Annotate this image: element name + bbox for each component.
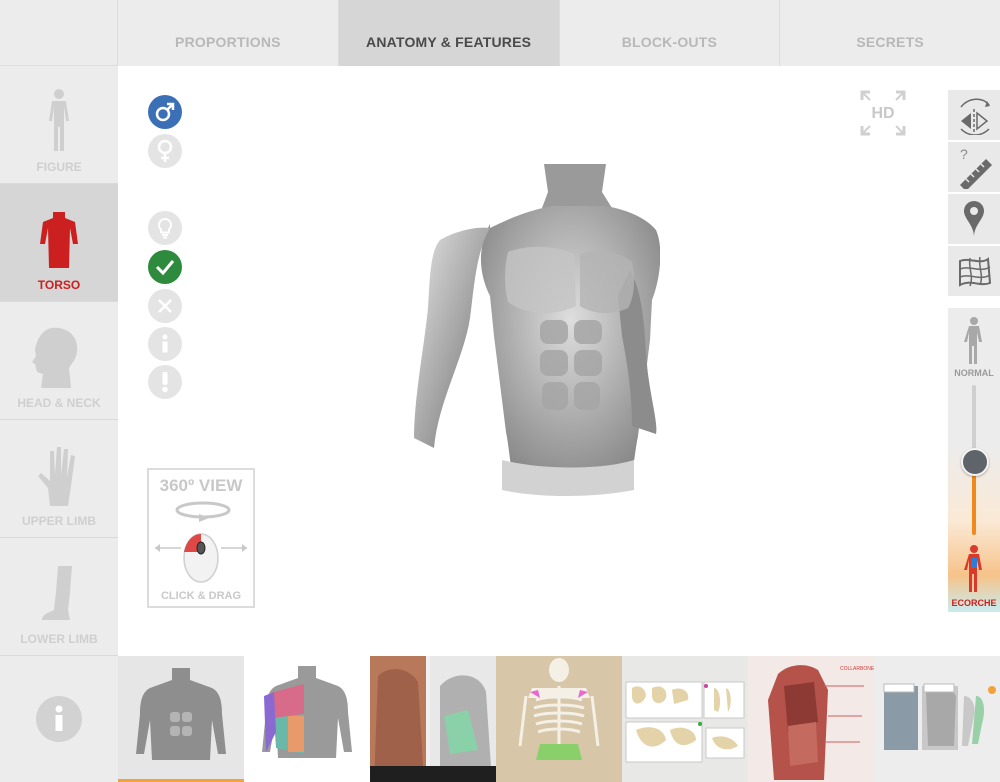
sidebar-item-label: HEAD & NECK bbox=[17, 396, 101, 410]
sidebar-item-label: LOWER LIMB bbox=[20, 632, 98, 646]
rotate-arrow-icon bbox=[175, 501, 231, 522]
body-region-sidebar: FIGURE TORSO HEAD & NECK UPPER LIMB LOWE… bbox=[0, 66, 118, 656]
sidebar-item-head-neck[interactable]: HEAD & NECK bbox=[0, 302, 118, 420]
thumbnail-back-reference[interactable] bbox=[874, 656, 1000, 782]
reference-thumbnail-strip: COLLARBONE bbox=[118, 656, 1000, 782]
torso-icon bbox=[40, 212, 78, 268]
exclamation-icon bbox=[162, 372, 168, 393]
tips-button[interactable] bbox=[148, 211, 182, 245]
svg-text:COLLARBONE: COLLARBONE bbox=[840, 666, 874, 672]
mirror-button[interactable] bbox=[948, 90, 1000, 140]
pin-button[interactable] bbox=[948, 194, 1000, 244]
thumbnail-skeleton[interactable] bbox=[496, 656, 622, 782]
correct-button[interactable] bbox=[148, 250, 182, 284]
sidebar-item-torso[interactable]: TORSO bbox=[0, 184, 118, 302]
svg-text:?: ? bbox=[960, 146, 968, 162]
sidebar-item-label: FIGURE bbox=[36, 160, 82, 174]
360-view-hint-text: CLICK & DRAG bbox=[160, 590, 242, 602]
map-pin-icon bbox=[964, 201, 984, 237]
female-icon bbox=[157, 139, 173, 162]
mouse-icon bbox=[155, 533, 247, 583]
hd-expand-icon: HD bbox=[860, 90, 906, 136]
slider-bottom-label: ECORCHE bbox=[951, 598, 997, 608]
male-icon bbox=[155, 102, 175, 122]
thumbnail-torso-photo-pose[interactable] bbox=[370, 656, 496, 782]
top-tabs: PROPORTIONS ANATOMY & FEATURES BLOCK-OUT… bbox=[118, 0, 1000, 66]
hd-button[interactable]: HD bbox=[860, 90, 906, 136]
ecorche-slider-panel: NORMAL ECORCHE bbox=[948, 308, 1000, 612]
warning-button[interactable] bbox=[148, 365, 182, 399]
sidebar-item-label: UPPER LIMB bbox=[21, 514, 96, 528]
male-button[interactable] bbox=[148, 95, 182, 129]
tab-secrets[interactable]: SECRETS bbox=[780, 0, 1000, 66]
wireframe-button[interactable] bbox=[948, 246, 1000, 296]
close-icon bbox=[158, 299, 172, 313]
top-left-corner bbox=[0, 0, 118, 66]
tab-block-outs[interactable]: BLOCK-OUTS bbox=[559, 0, 781, 66]
thumbnail-torso-muscle-map[interactable] bbox=[244, 656, 370, 782]
ecorche-figure-icon bbox=[964, 545, 982, 592]
hd-label: HD bbox=[871, 105, 894, 122]
360-view-hint: 360º VIEW CLICK & DRAG bbox=[147, 468, 255, 608]
mesh-grid-icon bbox=[959, 256, 992, 287]
sidebar-item-lower-limb[interactable]: LOWER LIMB bbox=[0, 538, 118, 656]
tab-anatomy-features[interactable]: ANATOMY & FEATURES bbox=[338, 0, 560, 66]
info-button[interactable] bbox=[148, 327, 182, 361]
360-view-title: 360º VIEW bbox=[159, 476, 243, 495]
measure-button[interactable]: ? bbox=[948, 142, 1000, 192]
sidebar-item-upper-limb[interactable]: UPPER LIMB bbox=[0, 420, 118, 538]
tab-proportions[interactable]: PROPORTIONS bbox=[118, 0, 339, 66]
slider-top-label: NORMAL bbox=[954, 368, 994, 378]
thumbnail-torso-sculpt[interactable] bbox=[118, 656, 244, 782]
wrong-button[interactable] bbox=[148, 289, 182, 323]
mirror-flip-icon bbox=[960, 98, 990, 135]
check-icon bbox=[155, 260, 175, 276]
figure-icon bbox=[49, 89, 69, 151]
app: PROPORTIONS ANATOMY & FEATURES BLOCK-OUT… bbox=[0, 0, 1000, 782]
hand-icon bbox=[38, 447, 75, 506]
thumbnail-back-muscles[interactable]: COLLARBONE bbox=[748, 656, 874, 782]
female-button[interactable] bbox=[148, 134, 182, 168]
torso-3d-model[interactable] bbox=[380, 160, 661, 500]
ruler-icon: ? bbox=[960, 146, 992, 189]
normal-figure-icon bbox=[964, 317, 982, 364]
info-small-icon bbox=[162, 334, 168, 353]
info-icon[interactable] bbox=[36, 696, 82, 742]
leg-icon bbox=[42, 566, 72, 620]
lightbulb-icon bbox=[157, 217, 173, 239]
slider-knob[interactable] bbox=[961, 448, 989, 476]
thumbnail-pelvis-bones[interactable] bbox=[622, 656, 748, 782]
sidebar-item-figure[interactable]: FIGURE bbox=[0, 66, 118, 184]
info-cell bbox=[0, 656, 118, 782]
sidebar-item-label: TORSO bbox=[37, 278, 81, 292]
head-icon bbox=[32, 327, 78, 388]
